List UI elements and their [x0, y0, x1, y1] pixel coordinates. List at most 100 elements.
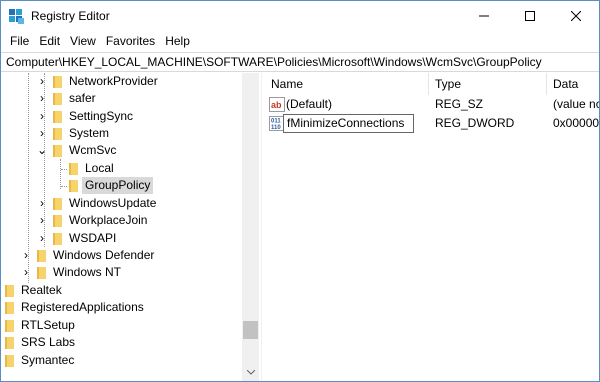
svg-text:110: 110: [271, 125, 281, 131]
tree-item-windows-nt[interactable]: › Windows NT: [1, 264, 241, 281]
tree-item-system[interactable]: › System: [1, 125, 241, 142]
tree-item-srs-labs[interactable]: SRS Labs: [1, 334, 241, 351]
column-type-header[interactable]: Type: [429, 73, 547, 95]
folder-icon: [53, 76, 62, 88]
scrollbar-thumb[interactable]: [243, 321, 258, 339]
folder-icon: [53, 145, 62, 157]
folder-icon: [5, 285, 14, 297]
maximize-button[interactable]: [507, 1, 553, 31]
tree-item-label: WorkplaceJoin: [69, 213, 148, 227]
values-list: Name Type Data ab (Default) REG_SZ (valu…: [265, 73, 599, 381]
tree-item-label: WindowsUpdate: [69, 196, 157, 210]
chevron-right-icon[interactable]: ›: [37, 90, 47, 107]
menu-favorites[interactable]: Favorites: [101, 31, 160, 51]
chevron-right-icon[interactable]: ›: [21, 247, 31, 264]
minimize-button[interactable]: [461, 1, 507, 31]
tree-item-workplacejoin[interactable]: › WorkplaceJoin: [1, 212, 241, 229]
chevron-down-icon[interactable]: ⌄: [37, 142, 47, 159]
address-bar[interactable]: Computer\HKEY_LOCAL_MACHINE\SOFTWARE\Pol…: [1, 52, 599, 72]
tree-item-label: Windows Defender: [53, 248, 155, 262]
svg-text:ab: ab: [271, 100, 282, 110]
folder-icon: [5, 320, 14, 332]
value-row-fminimizeconnections[interactable]: 011 110 fMinimizeConnections REG_DWORD 0…: [265, 114, 599, 133]
tree-item-label: Symantec: [21, 353, 75, 367]
tree-item-networkprovider[interactable]: › NetworkProvider: [1, 73, 241, 90]
tree-item-label: Realtek: [21, 283, 62, 297]
tree-item-settingsync[interactable]: › SettingSync: [1, 108, 241, 125]
minimize-icon: [479, 15, 489, 17]
folder-icon: [69, 163, 78, 175]
key-tree: › NetworkProvider › safer › SettingSync …: [1, 73, 260, 381]
folder-icon: [37, 250, 46, 262]
tree-item-registeredapplications[interactable]: RegisteredApplications: [1, 299, 241, 316]
scroll-down-button[interactable]: [242, 364, 259, 381]
tree-item-windowsupdate[interactable]: › WindowsUpdate: [1, 195, 241, 212]
chevron-right-icon[interactable]: ›: [37, 212, 47, 229]
chevron-down-icon: [246, 370, 255, 375]
tree-item-safer[interactable]: › safer: [1, 90, 241, 107]
menu-file[interactable]: File: [5, 31, 34, 51]
tree-item-label: WcmSvc: [69, 143, 117, 157]
menu-view[interactable]: View: [65, 31, 101, 51]
close-icon: [571, 11, 581, 21]
string-value-icon: ab: [269, 97, 285, 112]
tree-item-rtlsetup[interactable]: RTLSetup: [1, 317, 241, 334]
chevron-right-icon[interactable]: ›: [37, 73, 47, 90]
folder-icon: [37, 267, 46, 279]
value-type: REG_DWORD: [435, 116, 515, 130]
close-button[interactable]: [553, 1, 599, 31]
column-name-header[interactable]: Name: [265, 73, 429, 95]
rename-value-input[interactable]: fMinimizeConnections: [283, 114, 414, 133]
folder-icon: [5, 355, 14, 367]
open-folder-icon: [69, 180, 78, 192]
tree-item-symantec[interactable]: Symantec: [1, 352, 241, 369]
title-bar: Registry Editor: [1, 1, 599, 31]
tree-item-label-selected: GroupPolicy: [82, 177, 154, 194]
tree-item-label: SRS Labs: [21, 335, 76, 349]
tree-item-grouppolicy[interactable]: GroupPolicy: [1, 177, 241, 194]
value-data: (value nc: [553, 97, 599, 111]
tree-item-label: safer: [69, 91, 96, 105]
tree-item-label: RegisteredApplications: [21, 300, 144, 314]
folder-icon: [53, 128, 62, 140]
registry-editor-window: Registry Editor File Edit View Favorites…: [0, 0, 600, 382]
value-row-default[interactable]: ab (Default) REG_SZ (value nc: [265, 95, 599, 114]
tree-scrollbar[interactable]: [242, 73, 259, 381]
value-name: (Default): [286, 97, 333, 111]
tree-item-wsdapi[interactable]: › WSDAPI: [1, 230, 241, 247]
tree-item-realtek[interactable]: Realtek: [1, 282, 241, 299]
tree-item-label: System: [69, 126, 110, 140]
tree-item-label: NetworkProvider: [69, 74, 158, 88]
chevron-right-icon[interactable]: ›: [21, 264, 31, 281]
folder-icon: [53, 93, 62, 105]
column-data-header[interactable]: Data: [547, 73, 599, 95]
tree-item-wcmsvc[interactable]: ⌄ WcmSvc: [1, 142, 241, 159]
tree-item-local[interactable]: Local: [1, 160, 241, 177]
menu-edit[interactable]: Edit: [34, 31, 65, 51]
chevron-right-icon[interactable]: ›: [37, 230, 47, 247]
folder-icon: [53, 233, 62, 245]
folder-icon: [53, 111, 62, 123]
tree-item-windows-defender[interactable]: › Windows Defender: [1, 247, 241, 264]
window-title: Registry Editor: [31, 9, 110, 23]
list-header: Name Type Data: [265, 73, 599, 95]
tree-item-label: Local: [85, 161, 114, 175]
maximize-icon: [525, 11, 535, 21]
tree-item-label: SettingSync: [69, 109, 134, 123]
registry-app-icon: [9, 9, 24, 24]
chevron-right-icon[interactable]: ›: [37, 125, 47, 142]
menu-bar: File Edit View Favorites Help: [1, 31, 599, 51]
svg-text:011: 011: [271, 119, 281, 125]
chevron-right-icon[interactable]: ›: [37, 195, 47, 212]
menu-help[interactable]: Help: [160, 31, 195, 51]
value-data: 0x000000: [553, 116, 599, 130]
chevron-right-icon[interactable]: ›: [37, 108, 47, 125]
tree-item-label: RTLSetup: [21, 318, 75, 332]
tree-item-label: WSDAPI: [69, 231, 117, 245]
folder-icon: [5, 337, 14, 349]
folder-icon: [53, 215, 62, 227]
folder-icon: [53, 198, 62, 210]
value-type: REG_SZ: [435, 97, 484, 111]
tree-item-label: Windows NT: [53, 265, 122, 279]
folder-icon: [5, 302, 14, 314]
